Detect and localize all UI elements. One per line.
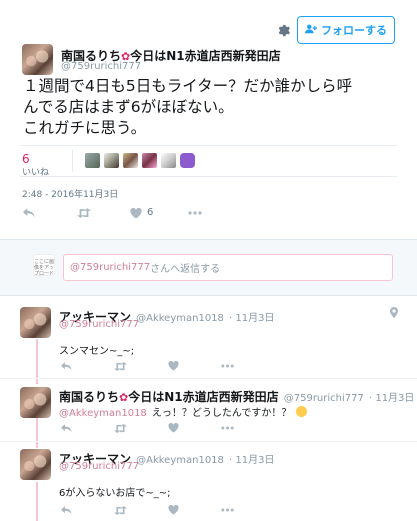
reply-to-mention[interactable]: @759rurichi777 (59, 461, 139, 472)
more-icon[interactable] (219, 360, 235, 372)
more-icon[interactable] (186, 206, 204, 220)
reply-avatar[interactable] (20, 387, 51, 418)
follow-button[interactable]: フォローする (297, 16, 395, 44)
reply-input[interactable]: @759rurichi777 さんへ返信する (0, 239, 417, 296)
reply-avatar[interactable] (20, 307, 51, 338)
like-icon[interactable] (166, 422, 180, 434)
reply-tweet[interactable]: アッキーマン @Akkeyman1018 · 11月3日 @759rurichi… (0, 298, 417, 378)
liker-avatar[interactable] (180, 153, 195, 168)
reply-tweet[interactable]: 南国るりち✿今日はN1赤道店西新発田店 @759rurichi777 · 11月… (0, 380, 417, 440)
retweet-icon[interactable] (112, 360, 128, 372)
liker-avatar[interactable] (85, 153, 100, 168)
author-avatar[interactable] (22, 44, 53, 75)
liker-avatar[interactable] (161, 153, 176, 168)
like-icon[interactable] (128, 206, 144, 220)
reply-placeholder: さんへ返信する (150, 264, 221, 275)
reply-icon[interactable] (21, 206, 37, 220)
location-pin-icon[interactable] (388, 305, 400, 319)
like-icon[interactable] (166, 504, 180, 516)
like-count: 6 (147, 207, 154, 218)
reply-avatar[interactable] (20, 449, 51, 480)
retweet-icon[interactable] (112, 422, 128, 434)
reply-icon[interactable] (58, 422, 74, 434)
reply-text: 6が入らないお店で~_~; (59, 488, 171, 499)
more-icon[interactable] (219, 504, 235, 516)
reply-text: えっ！？どうしたんですか！？ (151, 408, 292, 419)
likes-count[interactable]: 6 (22, 152, 30, 166)
divider (20, 145, 397, 146)
reply-mention: @759rurichi777 (70, 262, 151, 273)
liker-avatar[interactable] (104, 153, 119, 168)
reply-handle[interactable]: @Akkeyman1018 (136, 313, 224, 324)
retweet-icon[interactable] (112, 504, 128, 516)
retweet-icon[interactable] (75, 206, 93, 220)
reply-to-mention[interactable]: @Akkeyman1018 (59, 408, 147, 419)
liker-separator (72, 150, 73, 172)
reply-body: @Akkeyman1018 えっ！？どうしたんですか！？ (59, 401, 308, 420)
like-icon[interactable] (166, 360, 180, 372)
divider (20, 176, 397, 177)
reply-date[interactable]: · 11月3日 (229, 455, 274, 466)
reply-text: スンマセン~_~; (59, 346, 135, 357)
more-icon[interactable] (219, 422, 235, 434)
reply-handle[interactable]: @Akkeyman1018 (136, 455, 224, 466)
tweet-text: １週間で4日も5日もライター？だか誰かしら呼 んでる店はまず6がほぼない。 これ… (23, 77, 353, 137)
gear-icon[interactable] (274, 21, 292, 39)
liker-avatar[interactable] (142, 153, 157, 168)
author-name-suffix: 今日はN1赤道店西新発田店 (130, 49, 281, 63)
reply-date[interactable]: · 11月3日 (229, 313, 274, 324)
reply-date[interactable]: · 11月3日 (369, 393, 414, 404)
reply-input-field[interactable]: @759rurichi777 さんへ返信する (63, 254, 393, 281)
reply-to-mention[interactable]: @759rurichi777 (59, 319, 139, 330)
add-user-icon (305, 24, 317, 37)
reply-icon[interactable] (58, 360, 74, 372)
author-handle[interactable]: @759rurichi777 (61, 61, 141, 72)
reply-icon[interactable] (58, 504, 74, 516)
follow-label: フォローする (321, 24, 387, 37)
scream-emoji-icon (296, 406, 308, 417)
divider (0, 441, 417, 442)
tweet-timestamp[interactable]: 2:48 - 2016年11月3日 (22, 187, 118, 200)
liker-avatar[interactable] (123, 153, 138, 168)
divider (0, 378, 417, 379)
reply-tweet[interactable]: アッキーマン @Akkeyman1018 · 11月3日 @759rurichi… (0, 444, 417, 521)
